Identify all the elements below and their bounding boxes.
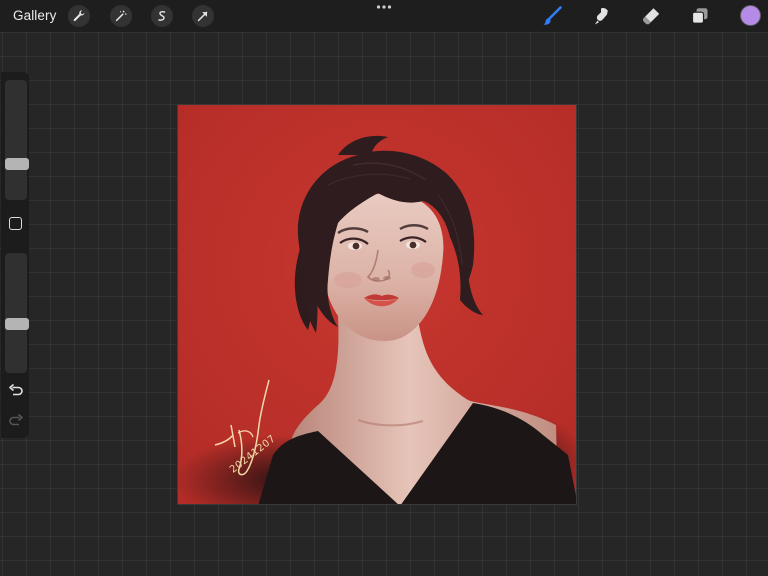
top-toolbar: Gallery — [0, 0, 768, 32]
smudge-icon[interactable] — [592, 6, 612, 26]
eraser-icon[interactable] — [641, 6, 661, 26]
portrait-artwork — [178, 105, 576, 504]
redo-icon[interactable] — [8, 414, 24, 428]
undo-icon[interactable] — [8, 384, 24, 398]
color-picker-button[interactable] — [740, 5, 761, 26]
transform-button[interactable] — [192, 5, 214, 27]
selection-button[interactable] — [151, 5, 173, 27]
transform-arrow-icon — [197, 11, 208, 22]
opacity-slider[interactable] — [5, 253, 29, 373]
brush-size-thumb[interactable] — [5, 158, 29, 170]
brush-icon[interactable] — [542, 6, 562, 26]
layers-icon[interactable] — [690, 6, 710, 26]
modify-button[interactable] — [9, 217, 22, 230]
actions-button[interactable] — [68, 5, 90, 27]
opacity-thumb[interactable] — [5, 318, 29, 330]
gallery-button[interactable]: Gallery — [13, 8, 56, 23]
brush-size-slider[interactable] — [5, 80, 29, 200]
wrench-icon — [73, 10, 85, 22]
magic-wand-icon — [115, 10, 127, 22]
left-sidebar — [1, 72, 29, 438]
selection-icon — [158, 11, 166, 21]
artwork-canvas[interactable]: 20241207 — [177, 104, 577, 505]
more-options-icon[interactable] — [376, 3, 392, 11]
adjustments-button[interactable] — [110, 5, 132, 27]
